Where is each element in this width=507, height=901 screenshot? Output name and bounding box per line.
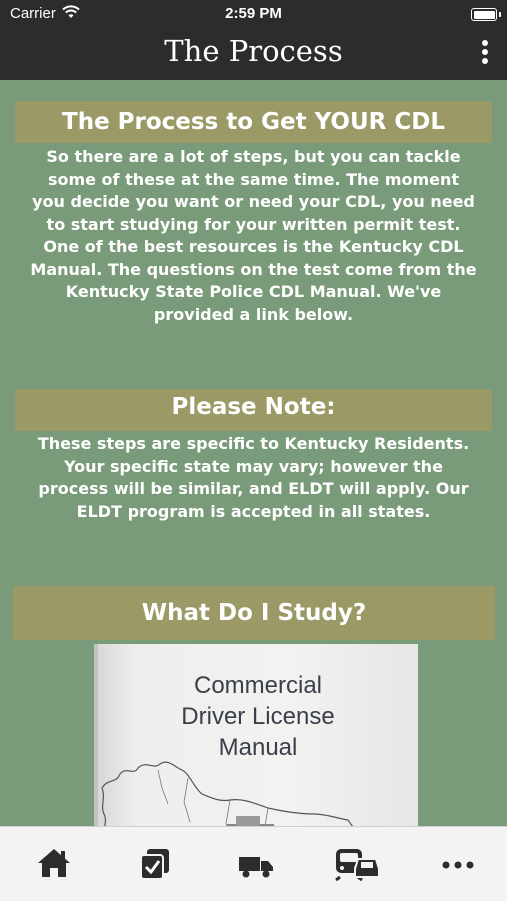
battery-tip (499, 12, 501, 17)
checklist-icon (139, 849, 169, 880)
tab-bus-car[interactable] (306, 827, 407, 901)
clock: 2:59 PM (225, 5, 282, 22)
navigation-bar: The Process (0, 28, 507, 80)
battery-icon (471, 8, 497, 21)
status-bar: Carrier 2:59 PM (0, 0, 507, 28)
page-title: The Process (164, 34, 343, 68)
kentucky-map-illustration (101, 761, 359, 834)
section-text-note: These steps are specific to Kentucky Res… (37, 434, 470, 521)
tab-home[interactable] (3, 827, 104, 901)
more-horizontal-icon (442, 861, 473, 869)
bus-car-icon (334, 849, 380, 881)
tab-bar (0, 826, 507, 901)
section-heading-study: What Do I Study? (13, 586, 495, 640)
more-vertical-icon[interactable] (481, 40, 489, 68)
tab-more[interactable] (407, 827, 507, 901)
tab-truck[interactable] (205, 827, 306, 901)
cdl-manual-cover-image[interactable]: Commercial Driver License Manual (94, 644, 418, 834)
section-heading-process: The Process to Get YOUR CDL (15, 101, 492, 143)
section-text-process: So there are a lot of steps, but you can… (30, 147, 477, 324)
home-icon (37, 849, 70, 877)
tab-checklist[interactable] (104, 827, 205, 901)
section-heading-note: Please Note: (15, 389, 492, 431)
truck-icon (238, 857, 273, 878)
